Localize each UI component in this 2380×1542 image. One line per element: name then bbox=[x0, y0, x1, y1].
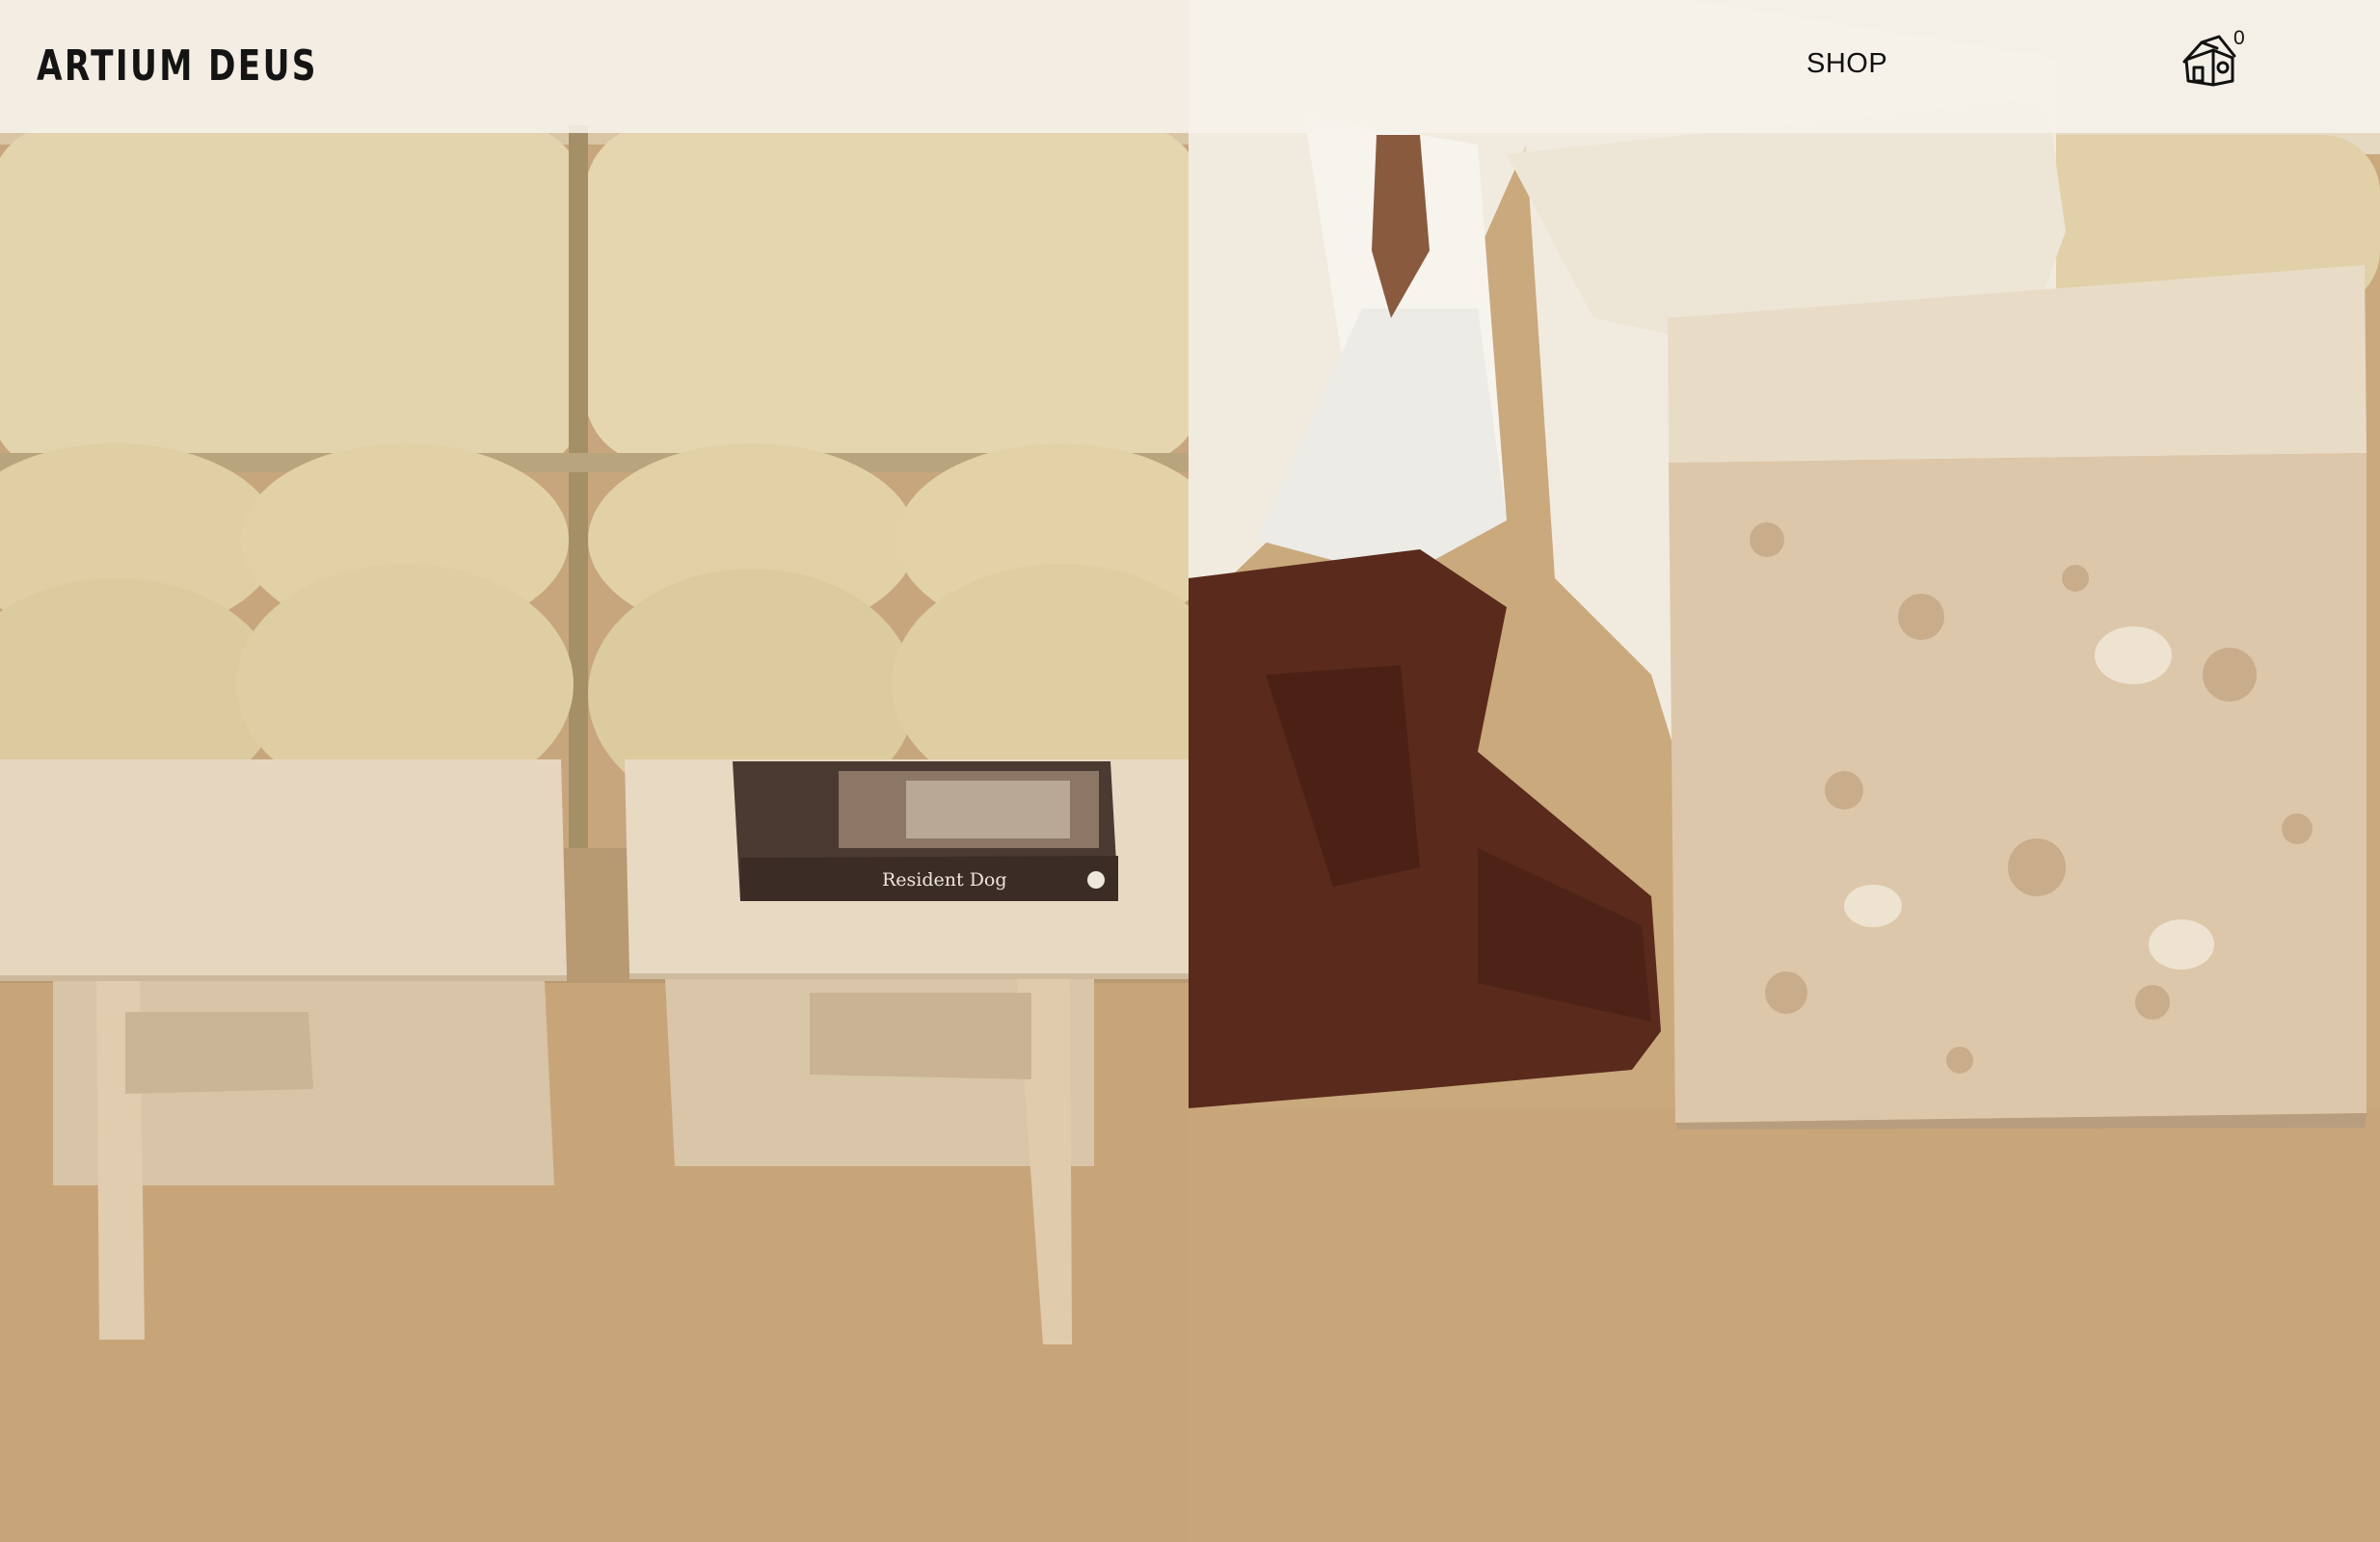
hero-image-right[interactable] bbox=[1189, 0, 2380, 1542]
book-title: Resident Dog bbox=[882, 869, 1007, 891]
cart-house-icon bbox=[2182, 35, 2236, 87]
product-photo-right bbox=[1189, 0, 2380, 1542]
product-photo-left bbox=[0, 0, 1189, 1542]
nav-shop-link[interactable]: SHOP bbox=[1806, 46, 1887, 81]
hero-image-left[interactable]: Resident Dog bbox=[0, 0, 1189, 1542]
site-header: ARTIUM DEUS SHOP 0 bbox=[0, 0, 2380, 133]
page: Resident Dog ARTIUM DEUS SHOP 0 bbox=[0, 0, 2380, 1542]
cart-count-badge: 0 bbox=[2233, 27, 2245, 49]
brand-logo[interactable]: ARTIUM DEUS bbox=[37, 39, 318, 94]
cart-button[interactable] bbox=[2180, 35, 2238, 93]
